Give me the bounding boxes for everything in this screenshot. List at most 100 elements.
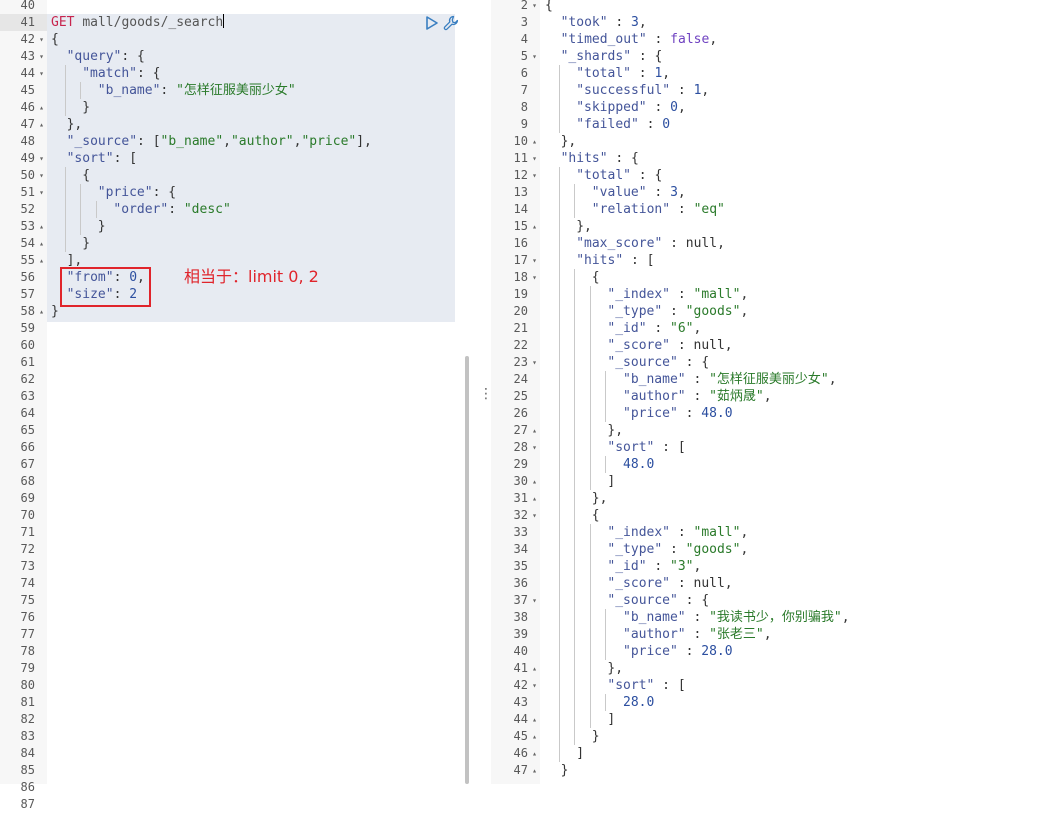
request-scrollbar[interactable] xyxy=(465,356,469,784)
code-line: "_id" : "3", xyxy=(607,559,702,574)
indent-guide xyxy=(574,694,576,711)
code-line: 28.0 xyxy=(623,695,655,710)
unfold-toggle-icon[interactable]: ▴ xyxy=(532,660,537,677)
line-number: 18 ▾ xyxy=(513,269,537,286)
fold-toggle-icon[interactable]: ▾ xyxy=(39,31,44,48)
fold-toggle-icon[interactable]: ▾ xyxy=(532,48,537,65)
fold-toggle-icon[interactable]: ▾ xyxy=(532,507,537,524)
unfold-toggle-icon[interactable]: ▴ xyxy=(532,422,537,439)
unfold-toggle-icon[interactable]: ▴ xyxy=(39,303,44,320)
line-number: 67 xyxy=(20,457,35,471)
indent-guide xyxy=(558,184,560,201)
indent-guide xyxy=(574,626,576,643)
fold-toggle-icon[interactable]: ▾ xyxy=(532,354,537,371)
indent-guide xyxy=(605,643,607,660)
code-line: "total" : { xyxy=(576,168,663,183)
indent-guide xyxy=(574,371,576,388)
line-number: 34 xyxy=(513,542,528,556)
line-number: 22 xyxy=(513,338,528,352)
indent-guide xyxy=(558,524,560,541)
code-line: "price" : 48.0 xyxy=(623,406,733,421)
fold-toggle-icon[interactable]: ▾ xyxy=(532,269,537,286)
run-request-icon[interactable] xyxy=(425,16,439,30)
fold-toggle-icon[interactable]: ▾ xyxy=(532,167,537,184)
indent-guide xyxy=(558,167,560,184)
code-line: 48.0 xyxy=(623,457,655,472)
line-number: 87 xyxy=(20,797,35,811)
unfold-toggle-icon[interactable]: ▴ xyxy=(532,473,537,490)
fold-toggle-icon[interactable]: ▾ xyxy=(39,48,44,65)
fold-toggle-icon[interactable]: ▾ xyxy=(532,0,537,14)
line-number: 5 ▾ xyxy=(520,48,537,65)
unfold-toggle-icon[interactable]: ▴ xyxy=(532,711,537,728)
fold-toggle-icon[interactable]: ▾ xyxy=(39,150,44,167)
indent-guide xyxy=(589,592,591,609)
fold-toggle-icon[interactable]: ▾ xyxy=(532,592,537,609)
indent-guide xyxy=(605,694,607,711)
line-number: 78 xyxy=(20,644,35,658)
indent-guide xyxy=(558,490,560,507)
unfold-toggle-icon[interactable]: ▴ xyxy=(532,218,537,235)
line-number: 33 xyxy=(513,525,528,539)
code-line: "author" : "张老三", xyxy=(623,627,772,642)
line-number: 68 xyxy=(20,474,35,488)
line-number: 7 xyxy=(520,83,528,97)
unfold-toggle-icon[interactable]: ▴ xyxy=(39,218,44,235)
indent-guide xyxy=(589,320,591,337)
code-line: "_type" : "goods", xyxy=(607,542,749,557)
fold-toggle-icon[interactable]: ▾ xyxy=(532,252,537,269)
fold-toggle-icon[interactable]: ▾ xyxy=(532,677,537,694)
line-number: 28 ▾ xyxy=(513,439,537,456)
code-line: "sort" : [ xyxy=(607,440,686,455)
indent-guide xyxy=(574,422,576,439)
indent-guide xyxy=(574,677,576,694)
code-line: "successful" : 1, xyxy=(576,83,710,98)
indent-guide xyxy=(589,456,591,473)
line-number: 53 ▴ xyxy=(20,218,44,235)
unfold-toggle-icon[interactable]: ▴ xyxy=(39,99,44,116)
fold-toggle-icon[interactable]: ▾ xyxy=(39,65,44,82)
unfold-toggle-icon[interactable]: ▴ xyxy=(39,252,44,269)
unfold-toggle-icon[interactable]: ▴ xyxy=(532,490,537,507)
unfold-toggle-icon[interactable]: ▴ xyxy=(532,133,537,150)
code-line: "took" : 3, xyxy=(560,15,647,30)
code-line: "b_name" : "我读书少，你别骗我", xyxy=(623,610,850,625)
fold-toggle-icon[interactable]: ▾ xyxy=(532,150,537,167)
fold-toggle-icon[interactable]: ▾ xyxy=(39,184,44,201)
code-line: "_score" : null, xyxy=(607,576,733,591)
indent-guide xyxy=(558,269,560,286)
line-number: 55 ▴ xyxy=(20,252,44,269)
line-number: 31 ▴ xyxy=(513,490,537,507)
unfold-toggle-icon[interactable]: ▴ xyxy=(532,728,537,745)
indent-guide xyxy=(589,575,591,592)
response-viewer[interactable]: {"took" : 3, "timed_out" : false, "_shards… xyxy=(491,0,1050,784)
fold-toggle-icon[interactable]: ▾ xyxy=(532,439,537,456)
line-number: 6 xyxy=(520,66,528,80)
line-number: 45 xyxy=(20,83,35,97)
line-number: 81 xyxy=(20,695,35,709)
unfold-toggle-icon[interactable]: ▴ xyxy=(39,235,44,252)
indent-guide xyxy=(574,541,576,558)
wrench-icon[interactable] xyxy=(443,15,459,31)
indent-guide xyxy=(80,82,82,99)
unfold-toggle-icon[interactable]: ▴ xyxy=(39,116,44,133)
unfold-toggle-icon[interactable]: ▴ xyxy=(532,762,537,779)
pane-resize-handle[interactable]: ⋮ xyxy=(479,384,493,404)
line-number: 21 xyxy=(513,321,528,335)
indent-guide xyxy=(558,286,560,303)
indent-guide xyxy=(64,184,66,201)
indent-guide xyxy=(558,541,560,558)
code-line: ] xyxy=(607,474,616,489)
code-line: }, xyxy=(560,134,577,149)
indent-guide xyxy=(589,626,591,643)
line-number: 50 ▾ xyxy=(20,167,44,184)
line-number: 74 xyxy=(20,576,35,590)
line-number: 15 ▴ xyxy=(513,218,537,235)
code-line: } xyxy=(82,236,91,251)
line-number: 14 xyxy=(513,202,528,216)
fold-toggle-icon[interactable]: ▾ xyxy=(39,167,44,184)
unfold-toggle-icon[interactable]: ▴ xyxy=(532,745,537,762)
line-number: 42 ▾ xyxy=(513,677,537,694)
request-editor[interactable]: GET mall/goods/_search{"query": {"match"… xyxy=(0,0,469,811)
line-number: 45 ▴ xyxy=(513,728,537,745)
